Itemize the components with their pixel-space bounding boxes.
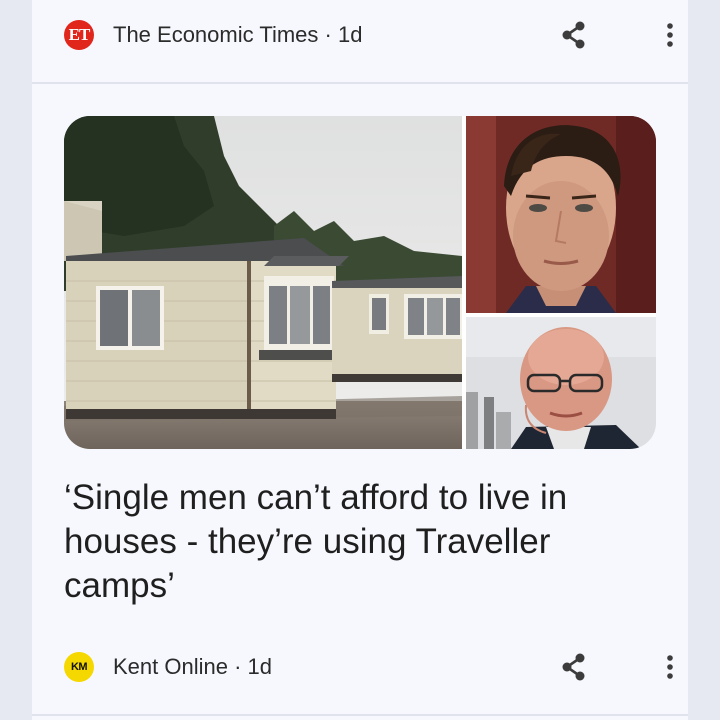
more-options-button[interactable] bbox=[658, 651, 682, 683]
older-man-portrait-photo bbox=[466, 317, 656, 449]
man-portrait-photo bbox=[466, 116, 656, 313]
share-icon bbox=[562, 653, 585, 681]
share-icon bbox=[562, 21, 585, 49]
card-divider bbox=[32, 714, 688, 716]
article-source-row: KM Kent Online · 1d bbox=[64, 651, 673, 683]
card-divider bbox=[32, 82, 688, 84]
source-row: ET The Economic Times · 1d bbox=[64, 19, 673, 51]
source-name[interactable]: The Economic Times · 1d bbox=[113, 22, 362, 48]
article-headline[interactable]: ‘Single men can’t afford to live in hous… bbox=[64, 476, 656, 608]
kent-online-logo: KM bbox=[64, 652, 94, 682]
news-feed: ET The Economic Times · 1d ‘Single men c… bbox=[32, 0, 688, 720]
share-button[interactable] bbox=[558, 651, 590, 683]
previous-article-card[interactable]: ET The Economic Times · 1d bbox=[32, 0, 688, 82]
economic-times-logo: ET bbox=[64, 20, 94, 50]
mobile-homes-photo bbox=[64, 116, 462, 449]
share-button[interactable] bbox=[558, 19, 590, 51]
more-options-button[interactable] bbox=[658, 19, 682, 51]
more-vertical-icon bbox=[667, 23, 673, 47]
article-image-collage[interactable] bbox=[64, 116, 656, 449]
more-vertical-icon bbox=[667, 655, 673, 679]
source-name[interactable]: Kent Online · 1d bbox=[113, 654, 272, 680]
